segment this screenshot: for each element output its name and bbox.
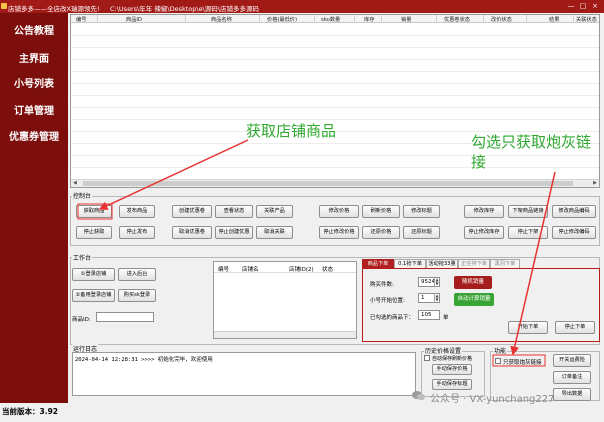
column-header[interactable]: 销量 (401, 16, 411, 23)
features-title: 功能 (493, 346, 508, 355)
only-fodder-links-label: 只获取炮灰链接 (503, 360, 542, 366)
link-product-button[interactable]: 关联产品 (256, 205, 293, 218)
column-header[interactable]: 商品ID (126, 16, 142, 23)
spinner-arrows-icon[interactable]: ▲ ▼ (434, 278, 439, 286)
modify-stock-button[interactable]: 修改库存 (464, 205, 504, 218)
column-header[interactable]: sku数量 (321, 16, 340, 23)
cancel-coupon-button[interactable]: 取消优惠卷 (172, 226, 212, 239)
start-position-value: 1 (421, 295, 425, 301)
backup-login-button[interactable]: ②备用登录店铺 (72, 289, 115, 302)
sidebar: 公告教程 主界面 小号列表 订单管理 优惠券管理 (0, 13, 68, 403)
spinner-arrows-icon[interactable]: ▲ ▼ (434, 294, 439, 302)
get-products-button[interactable]: 获取商品 (76, 205, 112, 218)
sidebar-item-coupons[interactable]: 优惠券管理 (0, 128, 68, 143)
stop-modify-price-button[interactable]: 停止修改价格 (319, 226, 359, 239)
modify-title-button[interactable]: 修改标题 (403, 205, 440, 218)
delist-link-button[interactable]: 下架商品链接 (508, 205, 548, 218)
window-path: C:\Users\年年 辣椒\Desktop\e\源码\店铺多多源码 (110, 5, 259, 13)
stop-delist-button[interactable]: 停止下架 (508, 226, 548, 239)
control-panel-title: 控制台 (72, 191, 93, 200)
scroll-right-arrow[interactable]: ▶ (593, 180, 597, 186)
workbench-title: 工作台 (72, 253, 93, 262)
horizontal-scrollbar[interactable]: ◀ ▶ (71, 179, 599, 187)
view-status-button[interactable]: 查看状态 (215, 205, 253, 218)
column-header[interactable]: 商品名称 (211, 16, 232, 23)
enter-backend-button[interactable]: 进入后台 (118, 268, 156, 281)
minimize-button[interactable]: — (566, 2, 576, 10)
stop-modify-code-button[interactable]: 停止修改编码 (552, 226, 596, 239)
refresh-price-button[interactable]: 刷新价格 (362, 205, 400, 218)
modify-code-button[interactable]: 修改商品编码 (552, 205, 596, 218)
column-header[interactable]: 优惠卷状态 (444, 16, 470, 23)
modify-price-button[interactable]: 修改价格 (319, 205, 359, 218)
close-button[interactable]: × (590, 2, 600, 10)
scroll-left-arrow[interactable]: ◀ (73, 180, 77, 186)
wechat-icon (412, 391, 425, 401)
random-sales-button[interactable]: 随机销量 (454, 276, 492, 289)
column-header[interactable]: 编号 (76, 16, 86, 23)
sidebar-item-accounts[interactable]: 小号列表 (0, 75, 68, 90)
auto-calc-sales-button[interactable]: 自动计算销量 (454, 293, 494, 306)
product-id-input[interactable] (96, 312, 154, 322)
stop-create-coupon-button[interactable]: 停止创建优惠 (215, 226, 253, 239)
toggle-shipping-insurance-button[interactable]: 开关运费险 (553, 354, 591, 367)
buy-count-value: 9524 (421, 279, 435, 285)
login-shop-button[interactable]: ①登录店铺 (72, 268, 115, 281)
log-output[interactable]: 2024-04-14 12:28:31 >>>> 初始化完毕，欢迎使用 (72, 352, 416, 396)
column-header[interactable]: 关联状态 (576, 16, 597, 23)
version-label: 当前版本：3.92 (0, 403, 68, 422)
column-header[interactable]: 价格(最低价) (267, 16, 297, 23)
app-title: 店铺多多——全店改X瑞源领先! (8, 5, 100, 13)
column-header[interactable]: 结果 (549, 16, 559, 23)
publish-products-button[interactable]: 发布商品 (119, 205, 155, 218)
only-fodder-links-checkbox[interactable] (495, 358, 501, 364)
plan-unit-label: 单 (443, 315, 449, 321)
plan-label: 已勾选的商品下： (370, 315, 415, 321)
title-bar: 店铺多多——全店改X瑞源领先! C:\Users\年年 辣椒\Desktop\e… (0, 0, 604, 13)
sidebar-item-main[interactable]: 主界面 (0, 50, 68, 65)
cat-login-button[interactable]: 购买sk登录 (118, 289, 156, 302)
buy-count-label: 购买件数: (370, 282, 394, 288)
sidebar-item-orders[interactable]: 订单管理 (0, 102, 68, 117)
start-order-button[interactable]: 开始下单 (508, 321, 548, 334)
tab-product-order[interactable]: 商品下单 (362, 259, 394, 268)
annotation-check-only: 勾选只获取炮灰链接 (471, 133, 592, 171)
start-position-label: 小号开始位置: (370, 298, 405, 304)
accounts-list[interactable]: 编号 店铺名 店铺ID(2) 状态 (213, 261, 357, 339)
create-coupon-button[interactable]: 创建优惠卷 (172, 205, 212, 218)
sidebar-item-announcement[interactable]: 公告教程 (0, 22, 68, 37)
stop-publish-button[interactable]: 停止发布 (119, 226, 155, 239)
restore-price-button[interactable]: 还原价格 (362, 226, 400, 239)
manual-save-price-button[interactable]: 手动保存价格 (432, 364, 472, 375)
scrollbar-thumb[interactable] (83, 181, 573, 186)
tab-event-order[interactable]: 活动抢33量 (426, 259, 458, 268)
log-line: 2024-04-14 12:28:31 >>>> 初始化完毕，欢迎使用 (75, 357, 213, 363)
cancel-link-button[interactable]: 取消关联 (256, 226, 293, 239)
column-header[interactable]: 改价状态 (491, 16, 512, 23)
order-note-button[interactable]: 订单备注 (553, 371, 591, 384)
manual-save-title-button[interactable]: 手动保存标题 (432, 379, 472, 390)
stop-get-button[interactable]: 停止获取 (76, 226, 112, 239)
tab-other-order[interactable]: 黑羽下单 (490, 259, 520, 268)
table-header: 编号 商品ID 商品名称 价格(最低价) sku数量 库存 销量 优惠卷状态 改… (71, 15, 599, 23)
restore-title-button[interactable]: 还原标题 (403, 226, 440, 239)
start-position-input[interactable]: 1 ▲ ▼ (418, 293, 440, 303)
auto-save-price-label: 自动保存刷新价格 (432, 356, 473, 362)
maximize-button[interactable]: □ (578, 2, 588, 10)
product-id-label: 商品ID: (72, 317, 91, 323)
tab-queue-order[interactable]: 正在排下单 (458, 259, 490, 268)
stop-modify-stock-button[interactable]: 停止修改库存 (464, 226, 504, 239)
export-data-button[interactable]: 导出数据 (553, 388, 591, 401)
watermark: 公众号 · VX-yunchang227 (430, 394, 555, 405)
buy-count-input[interactable]: 9524 ▲ ▼ (418, 277, 440, 287)
stop-order-button[interactable]: 停止下单 (555, 321, 595, 334)
accounts-scrollbar[interactable] (214, 331, 356, 338)
price-history-title: 历史价格设置 (424, 346, 463, 355)
annotation-get-products: 获取店铺商品 (246, 122, 337, 140)
tab-snap-order[interactable]: 0.1抢下单 (394, 259, 426, 268)
column-header[interactable]: 库存 (364, 16, 374, 23)
auto-save-price-checkbox[interactable] (424, 355, 430, 361)
app-icon (1, 3, 7, 9)
plan-count-input[interactable]: 105 (418, 310, 440, 320)
